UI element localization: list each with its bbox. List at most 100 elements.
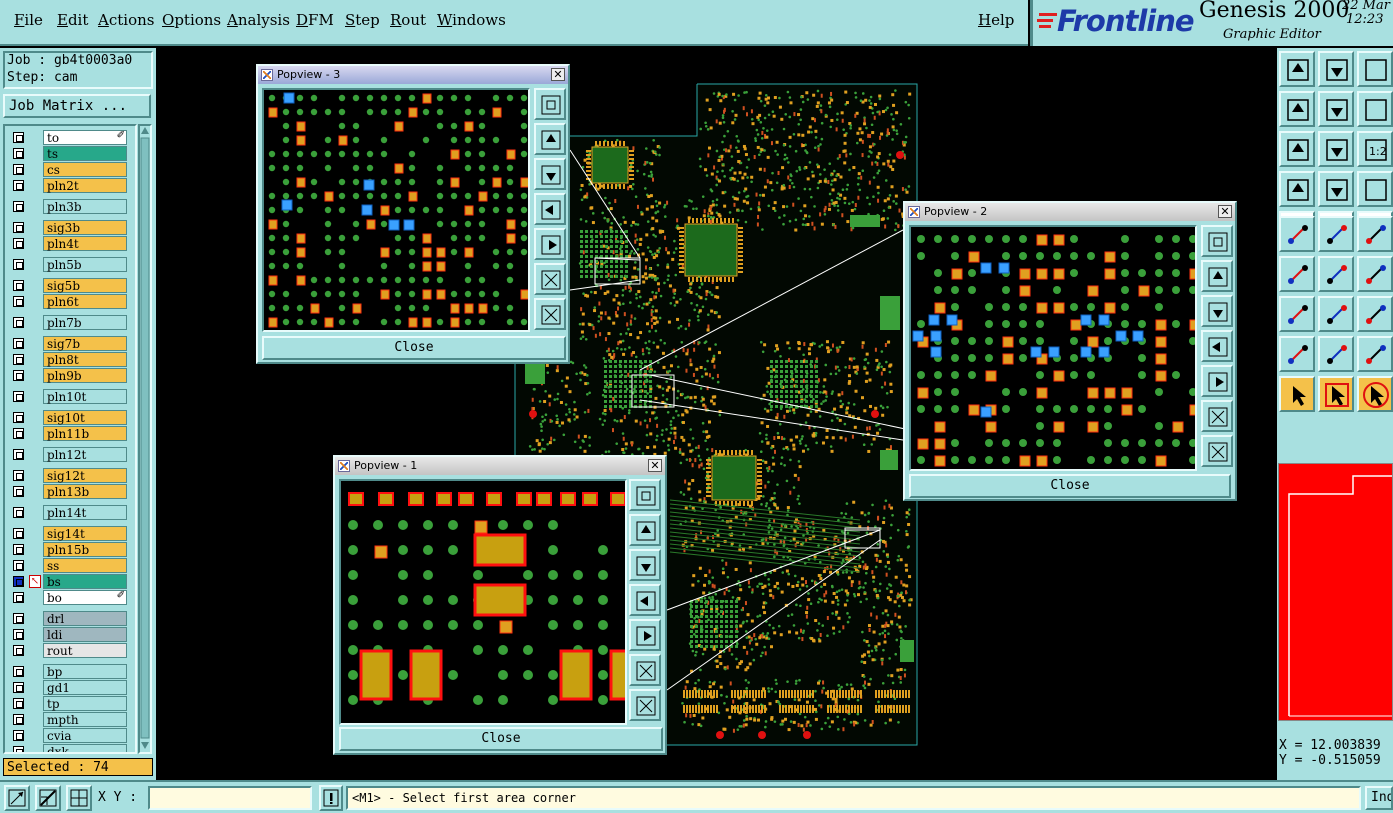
popview-1-window[interactable]: Popview - 1 ✕ Close — [333, 455, 667, 755]
indicator-button[interactable]: Ind — [1365, 786, 1393, 810]
popview-tool-pan[interactable] — [534, 298, 566, 330]
fit-profile-tool[interactable] — [1318, 131, 1354, 167]
popview-3-view[interactable] — [262, 88, 530, 332]
zoom-undo-tool[interactable] — [1357, 91, 1393, 127]
layer-checkbox[interactable] — [13, 391, 24, 402]
menu-options[interactable]: Options — [162, 11, 221, 29]
layer-checkbox[interactable] — [13, 560, 24, 571]
rotate-tool[interactable] — [1357, 256, 1393, 292]
menu-analysis[interactable]: Analysis — [227, 11, 290, 29]
window-menu-icon[interactable] — [338, 460, 350, 472]
menu-windows[interactable]: Windows — [437, 11, 506, 29]
layer-row-sig14t[interactable]: sig14t — [7, 526, 131, 541]
layer-checkbox[interactable] — [13, 544, 24, 555]
popview-tool-zoom-in[interactable] — [1201, 260, 1233, 292]
popview-tool-fit[interactable] — [629, 479, 661, 511]
layer-row-pln9b[interactable]: pln9b — [7, 368, 131, 383]
menu-rout[interactable]: Rout — [390, 11, 426, 29]
layer-checkbox[interactable] — [13, 645, 24, 656]
grid-button[interactable] — [66, 785, 92, 811]
menu-file[interactable]: File — [14, 11, 43, 29]
layer-row-pln5b[interactable]: pln5b — [7, 257, 131, 272]
delete-tool[interactable] — [1318, 216, 1354, 252]
xy-input[interactable] — [148, 786, 312, 810]
pan-right-tool[interactable] — [1318, 91, 1354, 127]
popview-tool-pan-left[interactable] — [1201, 330, 1233, 362]
layer-row-cvia[interactable]: cvia — [7, 728, 131, 743]
layer-checkbox[interactable] — [13, 259, 24, 270]
layer-row-bp[interactable]: bp — [7, 664, 131, 679]
connect-tool[interactable] — [1279, 216, 1315, 252]
layer-row-pln13b[interactable]: pln13b — [7, 484, 131, 499]
popview-3-titlebar[interactable]: Popview - 3 ✕ — [258, 66, 568, 84]
layer-checkbox[interactable] — [13, 201, 24, 212]
popview-tool-pan-left[interactable] — [534, 193, 566, 225]
layer-row-pln3b[interactable]: pln3b — [7, 199, 131, 214]
layer-row-pln11b[interactable]: pln11b — [7, 426, 131, 441]
scale-1to1-tool[interactable]: 1:2 — [1357, 131, 1393, 167]
layer-checkbox[interactable] — [13, 528, 24, 539]
menu-edit[interactable]: Edit — [57, 11, 88, 29]
profile-tool[interactable] — [1318, 336, 1354, 372]
layer-row-sig5b[interactable]: sig5b — [7, 278, 131, 293]
window-menu-icon[interactable] — [908, 206, 920, 218]
popview-3-close-button[interactable]: Close — [262, 336, 566, 360]
layer-row-mpth[interactable]: mpth — [7, 712, 131, 727]
popview-tool-zoom-extents[interactable] — [534, 263, 566, 295]
layer-checkbox[interactable] — [13, 507, 24, 518]
layer-row-ss[interactable]: ss — [7, 558, 131, 573]
pad-tool[interactable] — [1279, 296, 1315, 332]
menu-dfm[interactable]: DFM — [296, 11, 334, 29]
layer-checkbox[interactable] — [13, 354, 24, 365]
popview-1-view[interactable] — [339, 479, 627, 725]
popview-2-titlebar[interactable]: Popview - 2 ✕ — [905, 203, 1235, 221]
layer-row-sig10t[interactable]: sig10t — [7, 410, 131, 425]
layer-row-pln6t[interactable]: pln6t — [7, 294, 131, 309]
popview-tool-zoom-extents[interactable] — [629, 654, 661, 686]
layer-row-pln4t[interactable]: pln4t — [7, 236, 131, 251]
popview-tool-fit[interactable] — [534, 88, 566, 120]
popview-2-close-icon[interactable]: ✕ — [1218, 205, 1232, 218]
layer-checkbox[interactable] — [13, 296, 24, 307]
zoom-back-tool[interactable] — [1357, 51, 1393, 87]
popview-tool-pan[interactable] — [629, 689, 661, 721]
popview-tool-zoom-out[interactable] — [534, 158, 566, 190]
layer-checkbox[interactable] — [13, 428, 24, 439]
layer-checkbox[interactable] — [13, 576, 24, 587]
pointer-frame-tool[interactable] — [1318, 376, 1354, 412]
grid-tool[interactable] — [1318, 171, 1354, 207]
layer-row-bo[interactable]: bo ✐ — [7, 590, 131, 605]
popview-3-close-icon[interactable]: ✕ — [551, 68, 565, 81]
triangle-tool[interactable] — [1279, 336, 1315, 372]
zoom-area-button[interactable] — [4, 785, 30, 811]
job-matrix-button[interactable]: Job Matrix ... — [3, 94, 151, 118]
layer-checkbox[interactable] — [13, 682, 24, 693]
popview-3-window[interactable]: Popview - 3 ✕ Close — [256, 64, 570, 364]
layer-checkbox[interactable] — [13, 714, 24, 725]
pointer-tool[interactable] — [1279, 376, 1315, 412]
layer-row-pln10t[interactable]: pln10t — [7, 389, 131, 404]
layer-checkbox[interactable] — [13, 164, 24, 175]
layer-checkbox[interactable] — [13, 629, 24, 640]
layer-checkbox[interactable] — [13, 280, 24, 291]
layer-checkbox[interactable] — [13, 698, 24, 709]
popview-tool-fit[interactable] — [1201, 225, 1233, 257]
layer-row-pln12t[interactable]: pln12t — [7, 447, 131, 462]
layer-checkbox[interactable] — [13, 317, 24, 328]
slash-tool[interactable] — [1318, 256, 1354, 292]
layer-row-pln8t[interactable]: pln8t — [7, 352, 131, 367]
zoom-in-tool[interactable] — [1279, 51, 1315, 87]
move-tool[interactable] — [1357, 216, 1393, 252]
popview-1-close-button[interactable]: Close — [339, 727, 663, 751]
popview-tool-pan-left[interactable] — [629, 584, 661, 616]
popview-tool-pan[interactable] — [1201, 435, 1233, 467]
menu-actions[interactable]: Actions — [98, 11, 154, 29]
layer-row-sig3b[interactable]: sig3b — [7, 220, 131, 235]
window-menu-icon[interactable] — [261, 69, 273, 81]
layer-checkbox[interactable] — [13, 592, 24, 603]
fit-width-tool[interactable] — [1357, 296, 1393, 332]
layer-row-ldi[interactable]: ldi — [7, 627, 131, 642]
angle-tool[interactable] — [1279, 256, 1315, 292]
pan-left-tool[interactable] — [1279, 91, 1315, 127]
popview-2-close-button[interactable]: Close — [909, 474, 1231, 498]
